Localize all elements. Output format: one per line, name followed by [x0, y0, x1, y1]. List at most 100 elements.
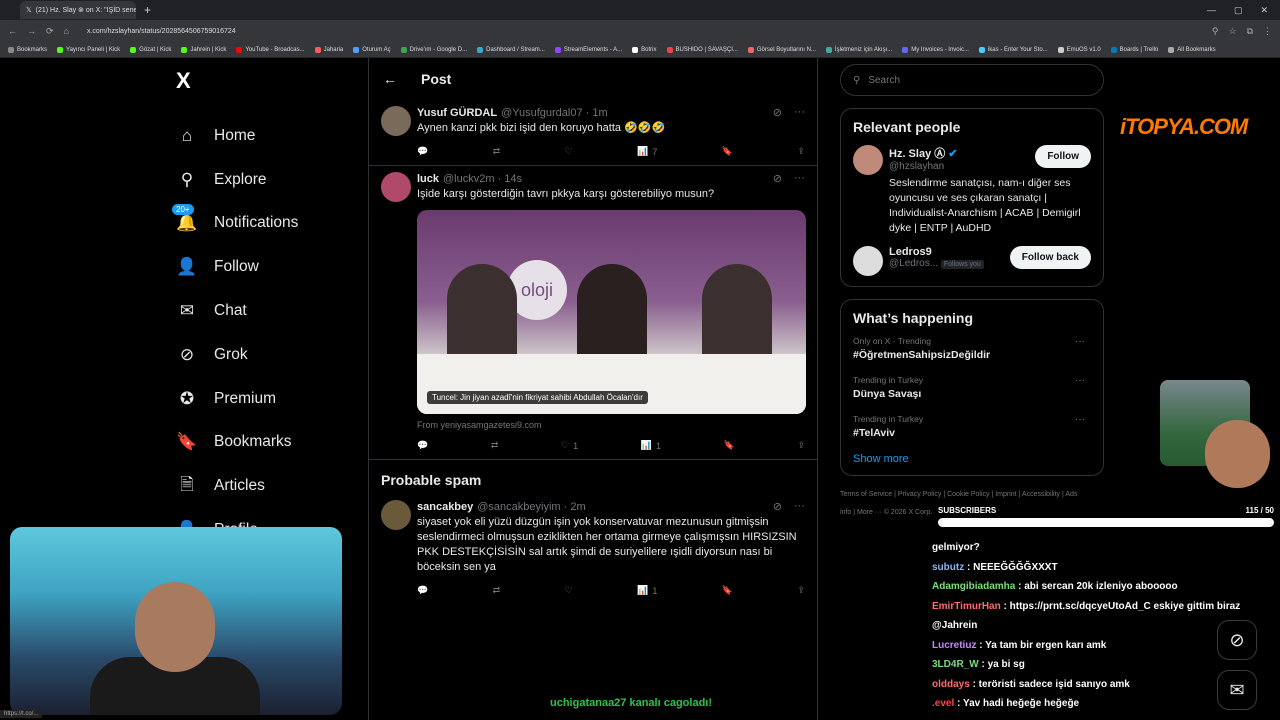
nav-item-explore[interactable]: ⚲ Explore — [170, 158, 360, 202]
nav-item-notifications[interactable]: 🔔 Notifications 20+ — [170, 202, 360, 246]
views-button[interactable]: 📊 7 — [637, 146, 657, 157]
nav-item-home[interactable]: ⌂ Home — [170, 114, 360, 158]
more-icon[interactable]: ··· — [794, 106, 805, 119]
reply-icon[interactable]: 💬 — [417, 585, 428, 596]
more-icon[interactable]: ··· — [1075, 414, 1085, 425]
avatar[interactable] — [381, 172, 411, 202]
nav-item-grok[interactable]: ⊘ Grok — [170, 333, 360, 377]
avatar[interactable] — [381, 500, 411, 530]
trend-item[interactable]: Trending in Turkey Dünya Savaşı ··· — [853, 375, 1091, 400]
bookmark-item[interactable]: All Bookmarks — [1168, 46, 1216, 53]
views-button[interactable]: 📊 1 — [641, 440, 661, 451]
more-icon[interactable]: ··· — [1075, 336, 1085, 347]
media-source[interactable]: From yeniyasamgazetesi9.com — [417, 420, 805, 430]
bookmark-item[interactable]: Boards | Trello — [1110, 46, 1158, 53]
trend-item[interactable]: Only on X · Trending #ÖğretmenSahipsizDeğ… — [853, 336, 1091, 361]
bookmark-icon[interactable]: 🔖 — [722, 585, 733, 596]
bookmark-item[interactable]: Botrix — [632, 46, 657, 53]
avatar[interactable] — [381, 106, 411, 136]
share-icon[interactable]: ⇪ — [797, 585, 805, 596]
bookmark-item[interactable]: İşletmeniz için Akışı... — [825, 46, 893, 53]
reply-icon[interactable]: 💬 — [417, 440, 428, 451]
back-icon[interactable]: ← — [8, 26, 17, 36]
nav-item-bookmarks[interactable]: 🔖 Bookmarks — [170, 421, 360, 465]
author-name[interactable]: luck — [417, 173, 439, 185]
share-icon[interactable]: ⇪ — [797, 440, 805, 451]
person-row[interactable]: Hz. Slay Ⓐ ✔ @hzslayhan Seslendirme sanat… — [853, 145, 1091, 236]
bookmark-item[interactable]: Görsel Boyutlarını N... — [747, 46, 816, 53]
forward-icon[interactable]: → — [27, 26, 36, 36]
bookmark-item[interactable]: YouTube - Broadcas... — [236, 46, 305, 53]
follow-back-button[interactable]: Follow back — [1009, 246, 1091, 269]
bookmark-item[interactable]: My Invoices - Invoic... — [902, 46, 969, 53]
show-more-link[interactable]: Show more — [853, 453, 1091, 465]
person-name[interactable]: Ledros9 — [889, 246, 984, 258]
trend-item[interactable]: Trending in Turkey #TelAviv ··· — [853, 414, 1091, 439]
extensions-icon[interactable]: ⧉ — [1247, 26, 1253, 37]
spam-post[interactable]: sancakbey @sancakbeyiyim · 2m ⊘ ··· siyaset… — [369, 494, 817, 604]
bookmark-icon[interactable]: 🔖 — [724, 440, 735, 451]
search-input[interactable]: ⚲ Search — [840, 64, 1104, 96]
minimize-icon[interactable]: — — [1207, 5, 1216, 16]
more-icon[interactable]: ··· — [794, 500, 805, 513]
avatar[interactable] — [853, 246, 883, 276]
spam-section-title[interactable]: Probable spam — [369, 460, 817, 494]
maximize-icon[interactable]: ▢ — [1234, 5, 1243, 16]
bookmark-item[interactable]: Oturum Aç — [353, 46, 391, 53]
more-icon[interactable]: ··· — [794, 172, 805, 185]
bookmark-label: İşletmeniz için Akışı... — [834, 46, 893, 53]
repost-icon[interactable]: ⇄ — [493, 585, 501, 596]
reply-post[interactable]: luck @luckv2m · 14s ⊘ ··· Işide karşı göste… — [369, 166, 817, 460]
avatar[interactable] — [853, 145, 883, 175]
x-logo-icon[interactable]: X — [176, 68, 360, 94]
like-button[interactable]: ♡ 1 — [561, 440, 578, 451]
close-window-icon[interactable]: ✕ — [1260, 5, 1268, 16]
like-icon[interactable]: ♡ — [565, 146, 573, 157]
menu-icon[interactable]: ⋮ — [1263, 26, 1272, 37]
repost-icon[interactable]: ⇄ — [491, 440, 499, 451]
post-media-image[interactable]: oloji Tuncel: Jin jiyan azadî'nin fikriy… — [417, 210, 806, 414]
follow-button[interactable]: Follow — [1035, 145, 1091, 168]
url-field[interactable]: x.com/hzslayhan/status/20285645067590167… — [87, 28, 1202, 35]
nav-item-follow[interactable]: 👤 Follow — [170, 245, 360, 289]
reply-post[interactable]: Yusuf GÜRDAL @Yusufgurdal07 · 1m ⊘ ··· Ayne… — [369, 100, 817, 166]
bookmark-item[interactable]: Bookmarks — [8, 46, 47, 53]
star-icon[interactable]: ☆ — [1228, 26, 1236, 37]
grok-fab-icon[interactable]: ⊘ — [1217, 620, 1257, 660]
author-name[interactable]: sancakbey — [417, 501, 473, 513]
share-icon[interactable]: ⇪ — [797, 146, 805, 157]
messages-fab-icon[interactable]: ✉ — [1217, 670, 1257, 710]
grok-icon[interactable]: ⊘ — [773, 172, 782, 185]
grok-icon[interactable]: ⊘ — [773, 106, 782, 119]
nav-item-premium[interactable]: ✪ Premium — [170, 377, 360, 421]
home-icon[interactable]: ⌂ — [64, 26, 69, 36]
bookmark-item[interactable]: BUSHIDO | SAVAŞÇI... — [666, 46, 738, 53]
repost-icon[interactable]: ⇄ — [493, 146, 501, 157]
zoom-icon[interactable]: ⚲ — [1212, 26, 1219, 37]
back-arrow-icon[interactable]: ← — [383, 71, 397, 87]
bookmark-item[interactable]: Jahrein | Kick — [181, 46, 226, 53]
bookmark-item[interactable]: StreamElements - A... — [554, 46, 622, 53]
bookmark-item[interactable]: Dashboard / Stream... — [477, 46, 545, 53]
like-icon[interactable]: ♡ — [565, 585, 573, 596]
views-button[interactable]: 📊 1 — [637, 585, 657, 596]
bookmark-item[interactable]: ikas - Enter Your Sto... — [978, 46, 1048, 53]
browser-tab[interactable]: 𝕏(21) Hz. Slay ⊗ on X: "IŞİD sene...✕ — [20, 1, 136, 19]
reply-icon[interactable]: 💬 — [417, 146, 428, 157]
bookmark-item[interactable]: Yayıncı Paneli | Kick — [57, 46, 120, 53]
bookmark-icon[interactable]: 🔖 — [722, 146, 733, 157]
nav-item-chat[interactable]: ✉ Chat — [170, 289, 360, 333]
author-name[interactable]: Yusuf GÜRDAL — [417, 107, 497, 119]
new-tab-icon[interactable]: + — [144, 3, 151, 17]
reload-icon[interactable]: ⟳ — [46, 26, 54, 37]
bookmark-item[interactable]: EmuOS v1.0 — [1057, 46, 1101, 53]
bookmark-item[interactable]: Drive'ım - Google D... — [400, 46, 467, 53]
bookmark-item[interactable]: Jaharia — [314, 46, 343, 53]
grok-icon[interactable]: ⊘ — [773, 500, 782, 513]
more-icon[interactable]: ··· — [1075, 375, 1085, 386]
nav-item-articles[interactable]: 🗎 Articles — [170, 464, 360, 508]
person-row[interactable]: Ledros9 @Ledros... Follows you Follow ba… — [853, 246, 1091, 276]
bookmark-item[interactable]: Gözat | Kick — [130, 46, 171, 53]
person-name[interactable]: Hz. Slay Ⓐ — [889, 145, 945, 161]
chat-text: : teröristi sadece işid sanıyo amk — [972, 678, 1130, 690]
